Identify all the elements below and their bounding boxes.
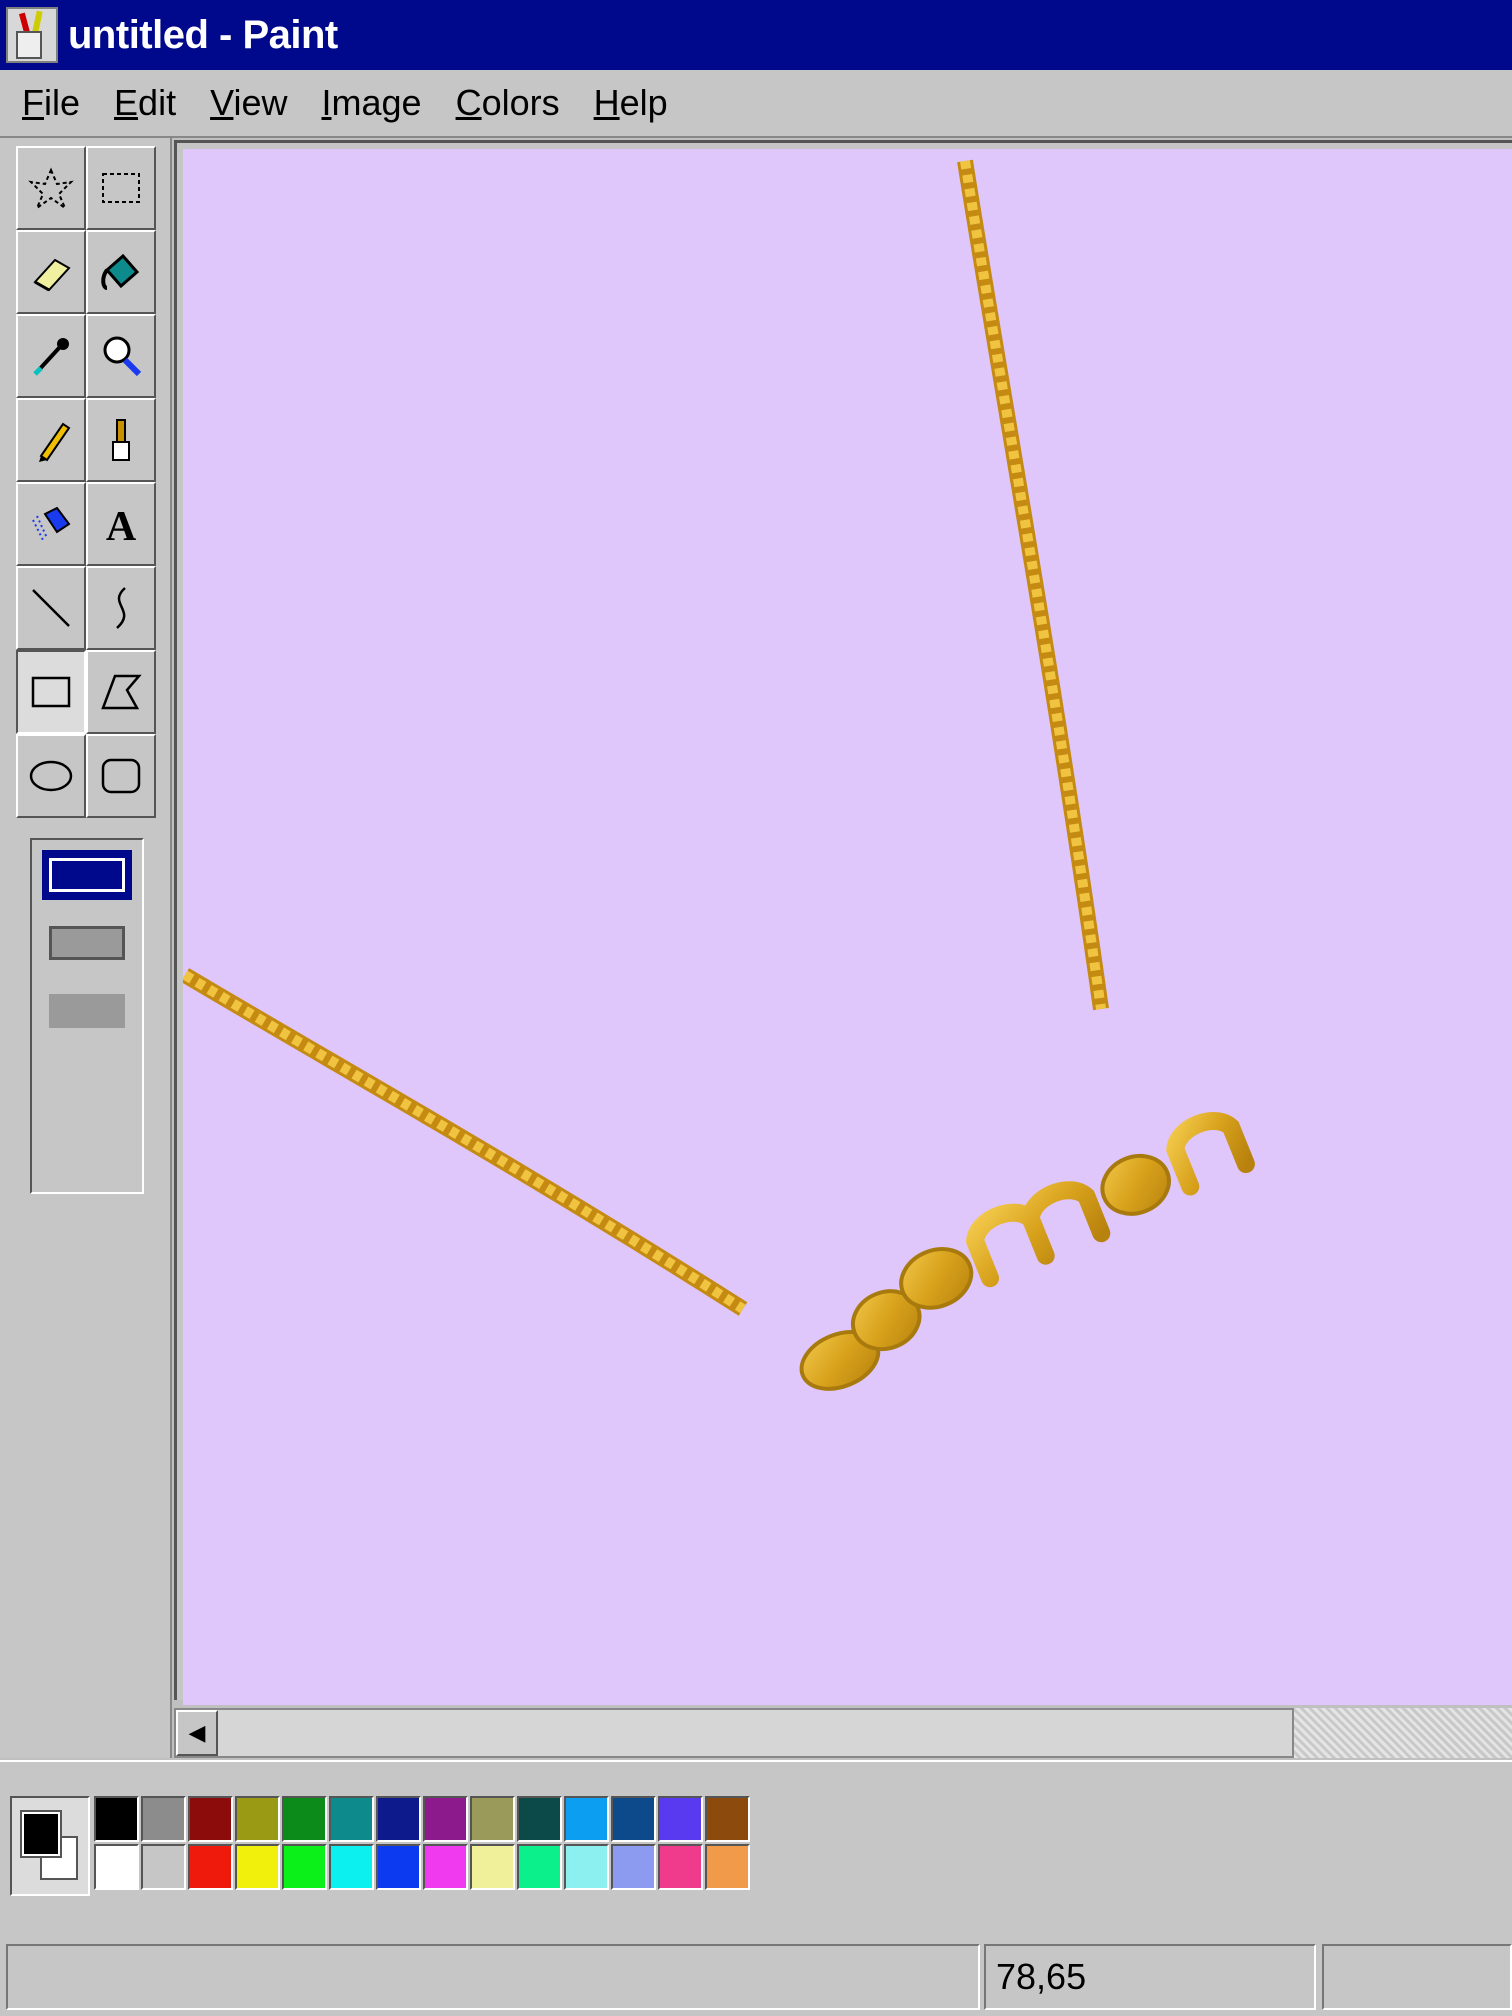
arrow-left-icon: ◀ <box>188 1720 206 1745</box>
line-tool[interactable] <box>16 566 86 650</box>
palette-swatch[interactable] <box>658 1844 703 1890</box>
curve-tool[interactable] <box>86 566 156 650</box>
drawing-canvas[interactable] <box>183 149 1512 1705</box>
eraser-tool[interactable] <box>16 230 86 314</box>
palette-swatch[interactable] <box>423 1796 468 1842</box>
polygon-icon <box>101 674 142 710</box>
palette-swatch[interactable] <box>141 1796 186 1842</box>
palette-swatch[interactable] <box>423 1844 468 1890</box>
menu-edit[interactable]: Edit <box>114 82 176 124</box>
palette-swatch[interactable] <box>470 1796 515 1842</box>
rounded-rect-icon <box>101 758 141 794</box>
window-title: untitled - Paint <box>68 12 338 57</box>
foreground-color <box>20 1810 62 1858</box>
airbrush-icon <box>32 506 71 541</box>
palette-swatch[interactable] <box>329 1844 374 1890</box>
outline-fill-option[interactable] <box>42 918 132 968</box>
paint-app-icon <box>6 7 58 63</box>
airbrush-tool[interactable] <box>16 482 86 566</box>
selection-size <box>1322 1944 1512 2010</box>
palette-swatch[interactable] <box>235 1844 280 1890</box>
brush-tool[interactable] <box>86 398 156 482</box>
rounded-rect-tool[interactable] <box>86 734 156 818</box>
free-form-select-tool[interactable] <box>16 146 86 230</box>
menu-view[interactable]: View <box>210 82 287 124</box>
fill-only-option[interactable] <box>42 986 132 1036</box>
pencil-icon <box>39 422 71 462</box>
menu-bar: File Edit View Image Colors Help <box>0 70 1512 138</box>
curve-icon <box>116 587 126 629</box>
title-bar: untitled - Paint <box>0 0 1512 70</box>
fill-style-options <box>30 838 144 1194</box>
palette-swatch[interactable] <box>235 1796 280 1842</box>
text-icon: A <box>106 504 137 548</box>
brush-icon <box>112 419 130 461</box>
palette-swatch[interactable] <box>141 1844 186 1890</box>
line-icon <box>32 589 70 627</box>
palette-swatches <box>94 1796 750 1890</box>
status-bar: 78,65 <box>0 1930 1512 2016</box>
pendant <box>799 1112 1255 1391</box>
palette-swatch[interactable] <box>517 1796 562 1842</box>
tool-grid: A <box>16 146 160 818</box>
rect-select-icon <box>102 173 140 203</box>
palette-swatch[interactable] <box>376 1844 421 1890</box>
current-colors[interactable] <box>10 1796 90 1896</box>
fill-bucket-tool[interactable] <box>86 230 156 314</box>
palette-swatch[interactable] <box>611 1844 656 1890</box>
magnifier-tool[interactable] <box>86 314 156 398</box>
color-palette <box>0 1760 1512 1930</box>
ellipse-tool[interactable] <box>16 734 86 818</box>
rectangle-tool[interactable] <box>16 650 86 734</box>
palette-swatch[interactable] <box>282 1844 327 1890</box>
palette-swatch[interactable] <box>611 1796 656 1842</box>
pencil-tool[interactable] <box>16 398 86 482</box>
cursor-coords: 78,65 <box>984 1944 1316 2010</box>
horizontal-scrollbar[interactable]: ◀ <box>174 1708 1294 1758</box>
polygon-tool[interactable] <box>86 650 156 734</box>
palette-swatch[interactable] <box>282 1796 327 1842</box>
outline-only-option[interactable] <box>42 850 132 900</box>
status-message <box>6 1944 980 2010</box>
palette-swatch[interactable] <box>564 1844 609 1890</box>
color-picker-tool[interactable] <box>16 314 86 398</box>
rectangle-icon <box>31 676 71 708</box>
magnifier-icon <box>103 336 142 377</box>
ellipse-icon <box>29 760 73 792</box>
palette-swatch[interactable] <box>94 1796 139 1842</box>
palette-swatch[interactable] <box>329 1796 374 1842</box>
fill-bucket-icon <box>101 253 140 290</box>
eraser-icon <box>33 258 71 292</box>
menu-file[interactable]: File <box>22 82 80 124</box>
palette-swatch[interactable] <box>470 1844 515 1890</box>
scrollbar-track[interactable] <box>1294 1708 1512 1758</box>
palette-swatch[interactable] <box>564 1796 609 1842</box>
free-form-select-icon <box>28 167 74 211</box>
necklace-image <box>183 159 1255 1391</box>
palette-swatch[interactable] <box>517 1844 562 1890</box>
menu-help[interactable]: Help <box>594 82 668 124</box>
palette-swatch[interactable] <box>188 1796 233 1842</box>
menu-image[interactable]: Image <box>321 82 421 124</box>
rect-select-tool[interactable] <box>86 146 156 230</box>
canvas-area <box>174 140 1512 1705</box>
scroll-left-button[interactable]: ◀ <box>176 1710 218 1756</box>
menu-colors[interactable]: Colors <box>456 82 560 124</box>
svg-text:A: A <box>106 504 137 548</box>
palette-swatch[interactable] <box>658 1796 703 1842</box>
palette-swatch[interactable] <box>188 1844 233 1890</box>
color-picker-icon <box>33 338 69 376</box>
toolbox: A <box>0 138 172 1758</box>
palette-swatch[interactable] <box>376 1796 421 1842</box>
palette-swatch[interactable] <box>705 1796 750 1842</box>
palette-swatch[interactable] <box>705 1844 750 1890</box>
text-tool[interactable]: A <box>86 482 156 566</box>
palette-swatch[interactable] <box>94 1844 139 1890</box>
